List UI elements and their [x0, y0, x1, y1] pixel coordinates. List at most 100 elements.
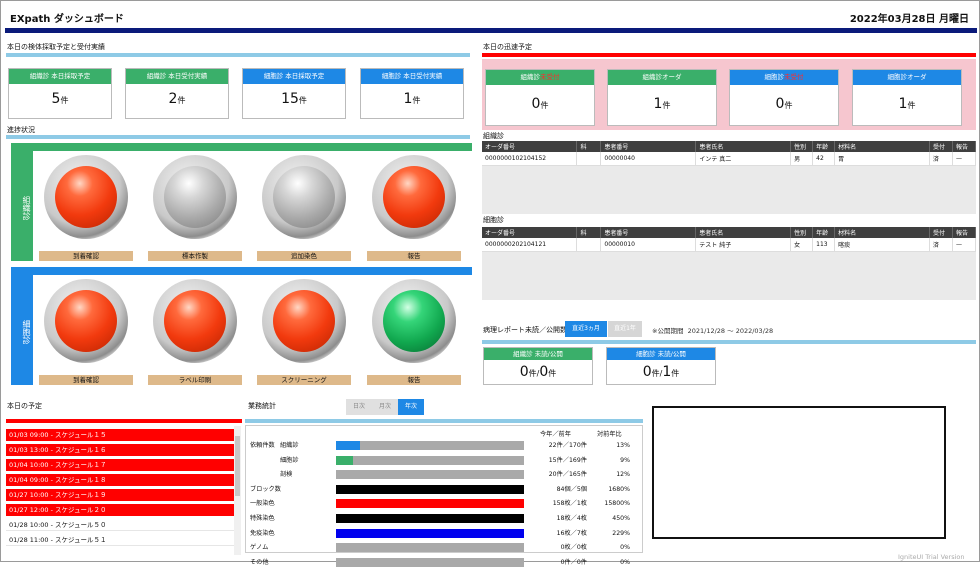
table-cell: 00000040 — [600, 152, 697, 166]
kpi-unit: 件 — [412, 96, 421, 105]
table-row[interactable]: 0000000102104152 00000040 インテ 真二男 42 胃済 — — [482, 152, 977, 166]
stats-ratio: 1680% — [608, 485, 630, 493]
scrollbar-thumb[interactable] — [235, 436, 240, 496]
column-header[interactable]: 患者番号 — [600, 227, 697, 238]
table-row[interactable]: 0000000202104121 00000010 テスト 純子女 113 喀痰済 — — [482, 238, 977, 252]
period-caption: ※公開期間 — [652, 327, 684, 335]
column-header[interactable]: 患者氏名 — [695, 227, 792, 238]
lamp-label: 到着確認 — [39, 251, 133, 261]
report-card: 組織診 未読/公開 0件/0件 — [483, 347, 593, 385]
column-header[interactable]: 科 — [576, 141, 602, 152]
kpi-unit: 件 — [177, 96, 186, 105]
status-lamp-green[interactable] — [372, 279, 456, 363]
progress-row-label: 細胞診 — [22, 320, 31, 344]
column-header[interactable]: 年齢 — [812, 227, 836, 238]
lamp-label: 到着確認 — [39, 375, 133, 385]
status-lamp-red[interactable] — [262, 279, 346, 363]
urgent-label-main: 組織診 — [520, 73, 541, 81]
stats-name: 剖検 — [280, 471, 293, 479]
stats-compare: 20件／165件 — [548, 471, 587, 479]
schedule-item[interactable]: 01/28 10:00 - スケジュール５０ — [6, 519, 234, 531]
stats-tab[interactable]: 月次 — [372, 399, 398, 415]
column-header[interactable]: 受付 — [929, 227, 953, 238]
schedule-item[interactable]: 01/04 09:00 - スケジュール１８ — [6, 474, 234, 486]
stats-bar-track — [336, 528, 524, 538]
urgent-card: 細胞診オーダ 1件 — [852, 69, 962, 126]
status-lamp-gray[interactable] — [153, 155, 237, 239]
column-header[interactable]: 患者番号 — [600, 141, 697, 152]
status-lamp-red[interactable] — [44, 279, 128, 363]
stats-bar-track — [336, 455, 524, 465]
schedule-item[interactable]: 01/27 12:00 - スケジュール２０ — [6, 504, 234, 516]
status-lamp-red[interactable] — [372, 155, 456, 239]
stats-ratio: 13% — [616, 442, 630, 449]
urgent-label-status: 未受付 — [540, 73, 560, 81]
stats-bar-fill — [336, 514, 524, 523]
urgent-card-label: 組織診未受付 — [486, 70, 594, 85]
urgent-value-wrap: 1件 — [608, 85, 716, 125]
table-cell: 女 — [790, 238, 814, 252]
column-header[interactable]: 科 — [576, 227, 602, 238]
column-header[interactable]: 年齢 — [812, 141, 836, 152]
cyto-grid: オーダ番号科患者番号 患者氏名 性別 年齢 材料名 受付 報告 000000020210412… — [482, 227, 977, 300]
stats-compare: 158枚／1枚 — [552, 500, 587, 508]
period-label: ※公開期間 2021/12/28 ～ 2022/03/28 — [652, 325, 773, 335]
stats-name: 組織診 — [280, 442, 299, 449]
section-title-report: 病理レポート未読／公開数 — [483, 326, 567, 334]
column-header[interactable]: 報告 — [952, 141, 977, 152]
report-value-wrap: 0件/0件 — [484, 360, 592, 386]
stats-bar-fill — [336, 441, 361, 450]
column-header[interactable]: 報告 — [952, 227, 977, 238]
schedule-scrollbar[interactable] — [234, 426, 241, 555]
progress-row-bar — [11, 267, 472, 275]
schedule-item[interactable]: 01/03 13:00 - スケジュール１６ — [6, 444, 234, 456]
column-header[interactable]: オーダ番号 — [482, 227, 578, 238]
status-lamp-gray[interactable] — [262, 155, 346, 239]
kpi-card: 組織診 本日受付実績 2件 — [125, 68, 229, 119]
stats-row: ブロック数 84個／5個 1680% — [250, 483, 635, 496]
tab-recent-1-year[interactable]: 直近1年 — [608, 321, 642, 337]
stats-bar-fill — [336, 499, 524, 509]
column-header[interactable]: 受付 — [929, 141, 953, 152]
table-cell: 済 — [929, 238, 953, 252]
stats-compare: 22件／170件 — [548, 442, 587, 449]
schedule-item[interactable]: 01/04 10:00 - スケジュール１７ — [6, 459, 234, 471]
report-value-wrap: 0件/1件 — [607, 360, 715, 386]
column-header[interactable]: オーダ番号 — [482, 141, 578, 152]
table-cell: — — [952, 238, 977, 252]
section-bar — [6, 419, 242, 423]
column-header[interactable]: 患者氏名 — [695, 141, 792, 152]
report-card: 細胞診 未読/公開 0件/1件 — [606, 347, 716, 385]
report-unit: 件 — [671, 369, 680, 378]
tab-recent-3-months[interactable]: 直近3ヵ月 — [565, 321, 607, 337]
progress-row-bar — [11, 143, 472, 151]
table-cell: テスト 純子 — [695, 238, 792, 252]
stats-ratio: 229% — [612, 529, 630, 537]
urgent-unit: 件 — [540, 101, 549, 110]
column-header[interactable]: 性別 — [790, 227, 814, 238]
stats-bar-track — [336, 499, 524, 509]
stats-compare: 16枚／7枚 — [556, 529, 587, 537]
stats-tab[interactable]: 年次 — [398, 399, 424, 415]
table-cell: 0000000202104121 — [482, 238, 578, 252]
urgent-card-label: 細胞診オーダ — [853, 70, 961, 85]
stats-tab[interactable]: 日次 — [346, 399, 372, 415]
urgent-card-label: 組織診オーダ — [608, 70, 716, 85]
schedule-item[interactable]: 01/27 10:00 - スケジュール１９ — [6, 489, 234, 501]
stats-bar-track — [336, 557, 524, 567]
column-header[interactable]: 性別 — [790, 141, 814, 152]
kpi-value: 15 — [281, 91, 299, 107]
status-lamp-red[interactable] — [153, 279, 237, 363]
schedule-item[interactable]: 01/28 11:00 - スケジュール５１ — [6, 534, 234, 546]
stats-header-ratio: 対前年比 — [597, 431, 622, 438]
stats-group: ブロック数 — [250, 485, 281, 493]
column-header[interactable]: 材料名 — [834, 141, 930, 152]
table-cell — [576, 238, 602, 252]
watermark: IgniteUI Trial Version — [898, 553, 965, 561]
schedule-item[interactable]: 01/03 09:00 - スケジュール１５ — [6, 429, 234, 441]
kpi-label: 組織診 本日採取予定 — [9, 69, 111, 84]
tissue-grid: オーダ番号科患者番号 患者氏名 性別 年齢 材料名 受付 報告 000000010210415… — [482, 141, 977, 214]
lamp-label: 標本作製 — [148, 251, 242, 261]
status-lamp-red[interactable] — [44, 155, 128, 239]
column-header[interactable]: 材料名 — [834, 227, 930, 238]
